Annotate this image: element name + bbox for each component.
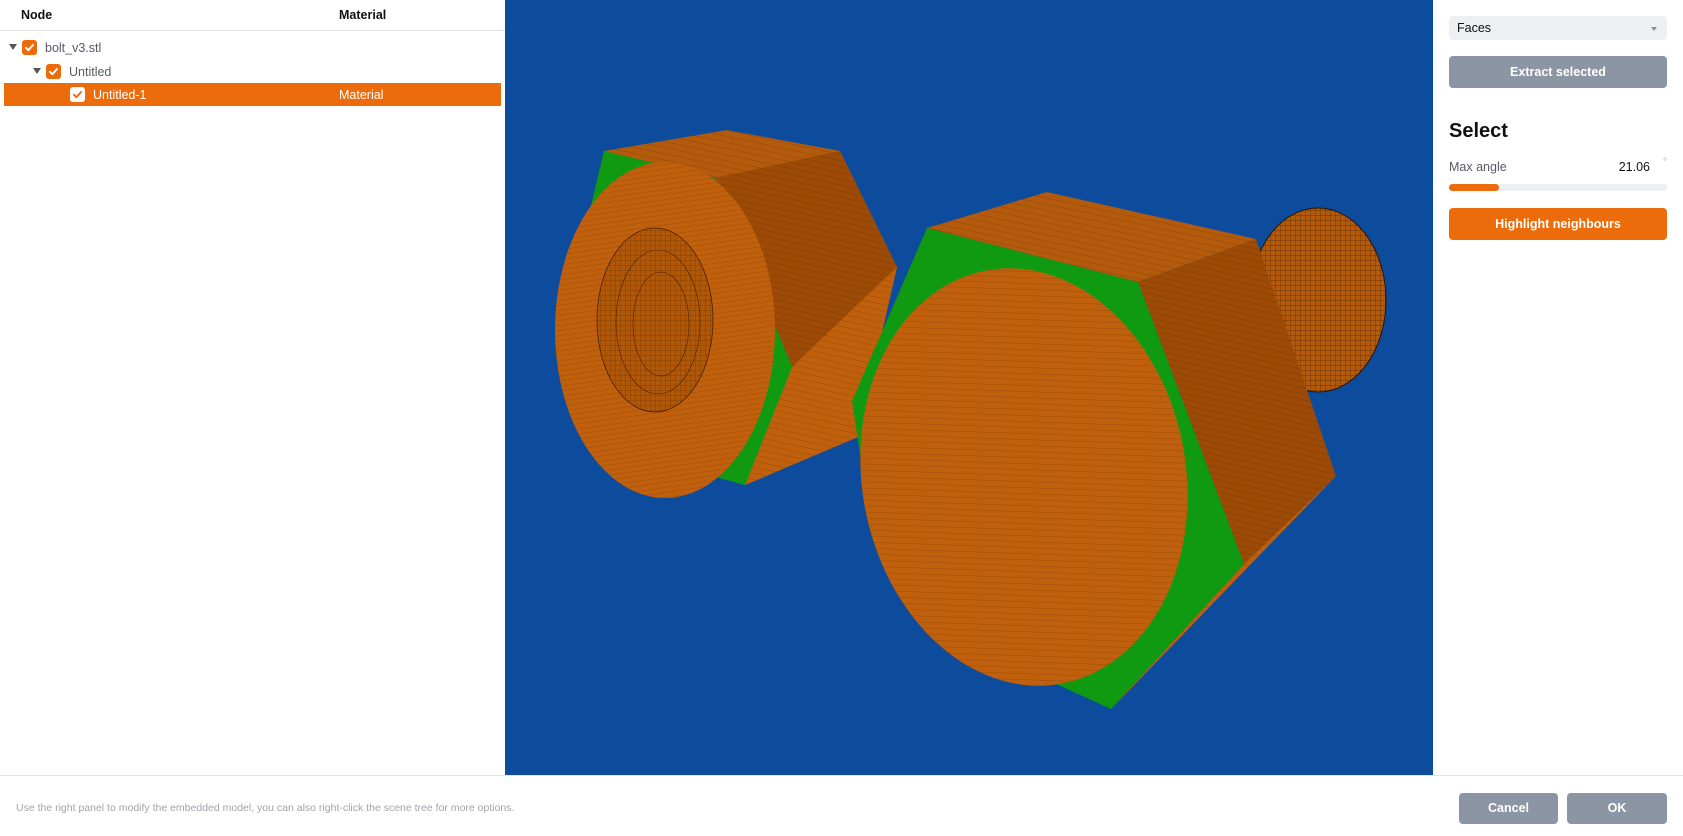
- cancel-button[interactable]: Cancel: [1459, 793, 1558, 824]
- visibility-checkbox[interactable]: [46, 64, 61, 79]
- extract-selected-button[interactable]: Extract selected: [1449, 56, 1667, 88]
- column-header-node[interactable]: Node: [21, 8, 52, 22]
- checkmark-icon: [49, 68, 58, 76]
- tree-row-label: bolt_v3.stl: [45, 41, 102, 55]
- tree-row-untitled[interactable]: Untitled: [4, 60, 501, 83]
- tree-row-label: Untitled: [69, 65, 112, 79]
- tree-row-material[interactable]: Material: [339, 88, 383, 102]
- nut-model[interactable]: [555, 130, 897, 498]
- bolt-model[interactable]: [828, 192, 1387, 712]
- max-angle-unit: °: [1663, 157, 1667, 168]
- select-section-title: Select: [1449, 120, 1508, 142]
- max-angle-slider[interactable]: [1449, 184, 1667, 191]
- visibility-checkbox[interactable]: [70, 87, 85, 102]
- tree-row-label: Untitled-1: [93, 88, 147, 102]
- selection-mode-value: Faces: [1457, 21, 1492, 35]
- highlight-neighbours-button[interactable]: Highlight neighbours: [1449, 208, 1667, 240]
- max-angle-value[interactable]: 21.06: [1619, 160, 1650, 174]
- scene-tree-panel: Node Material bolt_v3.stl Untitled Untit…: [0, 0, 505, 775]
- expand-arrow-icon[interactable]: [33, 68, 41, 74]
- footer-hint: Use the right panel to modify the embedd…: [16, 802, 515, 814]
- column-header-material[interactable]: Material: [339, 8, 386, 22]
- model-render[interactable]: [505, 0, 1433, 775]
- chevron-down-icon: [1651, 27, 1657, 31]
- dialog-footer: Use the right panel to modify the embedd…: [0, 775, 1683, 836]
- expand-arrow-icon[interactable]: [9, 44, 17, 50]
- 3d-viewport[interactable]: [505, 0, 1433, 775]
- tree-row-untitled-1[interactable]: Untitled-1 Material: [4, 83, 501, 106]
- visibility-checkbox[interactable]: [22, 40, 37, 55]
- ok-button[interactable]: OK: [1567, 793, 1667, 824]
- tree-row-bolt-file[interactable]: bolt_v3.stl: [4, 36, 501, 59]
- checkmark-icon: [25, 44, 34, 52]
- selection-mode-dropdown[interactable]: Faces: [1449, 16, 1667, 40]
- checkmark-icon: [73, 91, 82, 99]
- tools-panel: Faces Extract selected Select Max angle …: [1433, 0, 1683, 775]
- max-angle-label: Max angle: [1449, 160, 1507, 174]
- max-angle-slider-fill[interactable]: [1449, 184, 1500, 191]
- tree-header: Node Material: [0, 0, 505, 31]
